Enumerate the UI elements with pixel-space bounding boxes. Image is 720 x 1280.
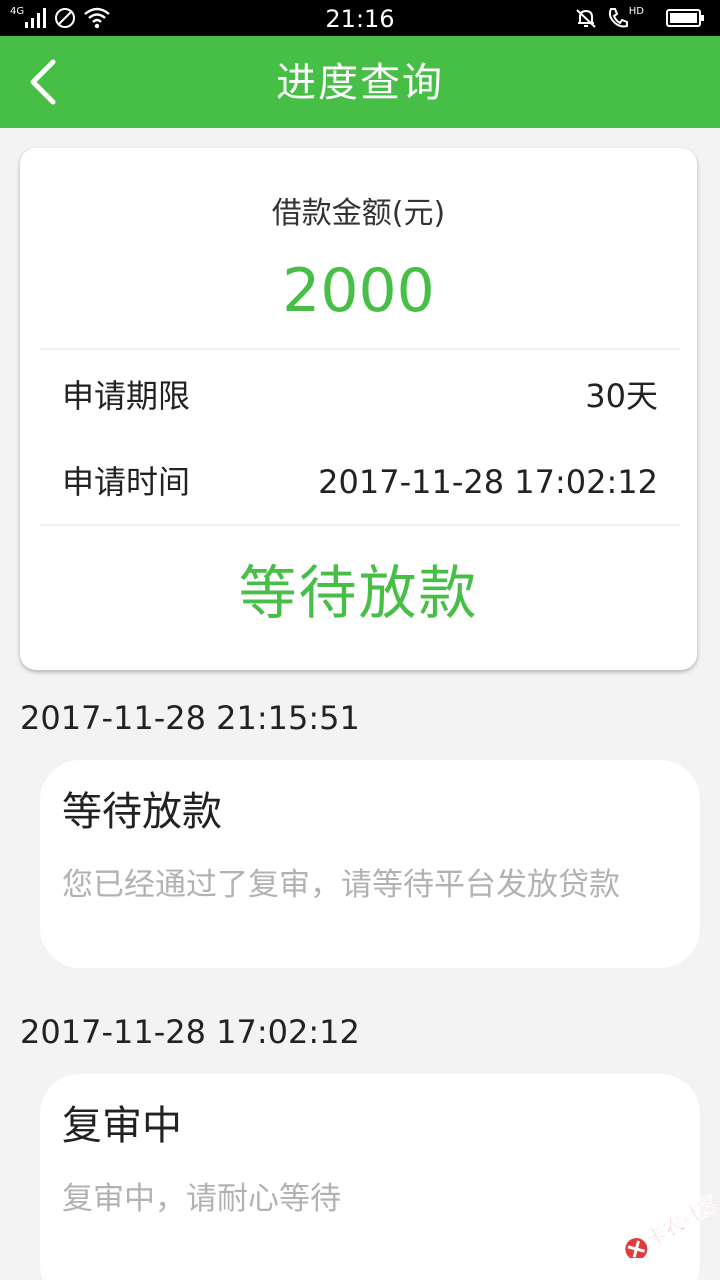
hd-call-icon — [608, 8, 628, 28]
apply-time-value: 2017-11-28 17:02:12 — [318, 463, 658, 501]
event-title: 等待放款 — [62, 789, 222, 835]
timeline-date: 2017-11-28 17:02:12 — [20, 1013, 360, 1051]
apply-time-label: 申请时间 — [62, 463, 191, 501]
term-value: 30天 — [585, 377, 658, 415]
timeline-event-card: 复审中 复审中，请耐心等待 — [40, 1074, 700, 1280]
watermark-logo-icon: 卡农社区 — [625, 1191, 720, 1261]
loan-status: 等待放款 — [238, 559, 479, 627]
amount-label: 借款金额(元) — [271, 196, 446, 231]
status-bar: 4G 21:16 HD — [0, 0, 720, 36]
hd-label: HD — [628, 5, 644, 17]
divider — [40, 524, 680, 526]
loan-summary-card: 借款金额(元) 2000 申请期限 30天 申请时间 2017-11-28 17… — [20, 148, 697, 670]
status-right-icons: HD — [575, 0, 706, 36]
term-label: 申请期限 — [62, 377, 191, 415]
watermark-text: 卡农社区 — [642, 1192, 716, 1252]
page-title: 进度查询 — [276, 60, 444, 106]
timeline-event-card: 等待放款 您已经通过了复审，请等待平台发放贷款 — [40, 760, 700, 968]
timeline-date: 2017-11-28 21:15:51 — [20, 699, 360, 737]
mute-bell-icon — [576, 9, 596, 28]
watermark-logo: 卡农社区 — [612, 1191, 720, 1261]
title-bar: 进度查询 — [0, 36, 720, 128]
amount-value: 2000 — [282, 256, 435, 326]
apply-time-row: 申请时间 2017-11-28 17:02:12 — [62, 462, 658, 502]
event-description: 您已经通过了复审，请等待平台发放贷款 — [62, 867, 620, 903]
term-row: 申请期限 30天 — [62, 376, 658, 416]
event-description: 复审中，请耐心等待 — [62, 1181, 341, 1217]
battery-icon — [666, 9, 704, 27]
divider — [40, 348, 680, 350]
event-title: 复审中 — [62, 1103, 182, 1149]
